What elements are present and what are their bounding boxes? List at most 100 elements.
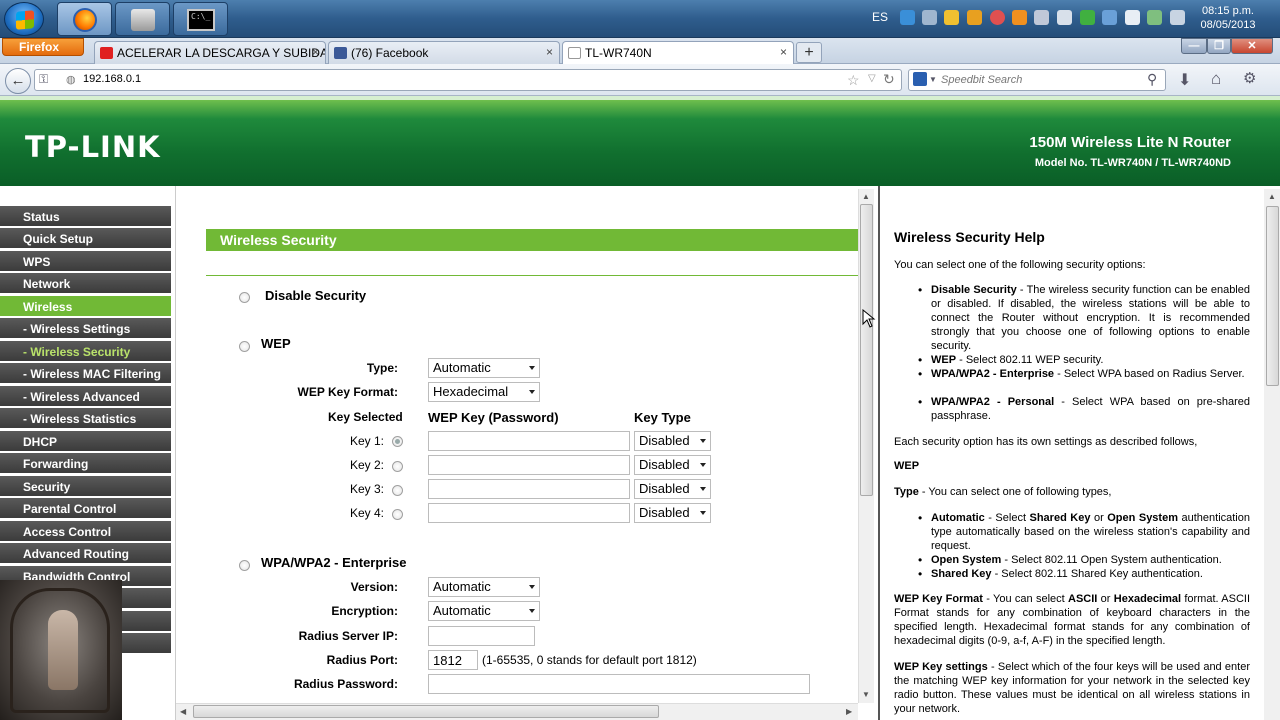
back-button[interactable]: ←: [5, 68, 31, 94]
chevron-down-icon: [529, 609, 535, 613]
menu-access-control[interactable]: Access Control: [0, 521, 171, 542]
tray-app-icon[interactable]: [1102, 10, 1117, 25]
key1-input[interactable]: [428, 431, 630, 451]
home-icon[interactable]: ⌂: [1211, 69, 1221, 89]
radius-password-input[interactable]: [428, 674, 810, 694]
menu-parental-control[interactable]: Parental Control: [0, 498, 171, 519]
horizontal-scrollbar-thumb[interactable]: [193, 705, 659, 718]
new-tab-button[interactable]: +: [796, 42, 822, 63]
close-window-button[interactable]: ✕: [1231, 38, 1273, 54]
key2-type-select[interactable]: Disabled: [634, 455, 711, 475]
tray-app-icon[interactable]: [1147, 10, 1162, 25]
menu-security[interactable]: Security: [0, 476, 171, 497]
menu-dhcp[interactable]: DHCP: [0, 431, 171, 452]
radius-ip-input[interactable]: [428, 626, 535, 646]
scrollbar-thumb[interactable]: [860, 204, 873, 496]
volume-icon[interactable]: [922, 10, 937, 25]
key1-type-select[interactable]: Disabled: [634, 431, 711, 451]
chevron-down-icon[interactable]: ▼: [929, 75, 937, 84]
close-tab-icon[interactable]: ×: [780, 45, 787, 59]
clock[interactable]: 08:15 p.m. 08/05/2013: [1196, 4, 1260, 32]
disable-security-radio[interactable]: [239, 292, 250, 303]
download-icon[interactable]: ⬇: [1178, 70, 1191, 90]
help-type-shared: Shared Key - Select 802.11 Shared Key au…: [918, 567, 1250, 581]
scroll-left-icon[interactable]: ◀: [180, 707, 186, 716]
tray-app-icon[interactable]: [967, 10, 982, 25]
help-wep-settings: WEP Key settings - Select which of the f…: [894, 660, 1250, 716]
dropdown-icon[interactable]: ▽: [868, 73, 876, 84]
address-bar[interactable]: ⚿ ◍ 192.168.0.1 ☆ ▽ ↻: [34, 69, 902, 91]
radius-port-input[interactable]: 1812: [428, 650, 478, 670]
addons-icon[interactable]: ⚙: [1243, 69, 1256, 87]
scroll-down-icon[interactable]: ▼: [862, 690, 870, 699]
firefox-menu-button[interactable]: Firefox: [2, 38, 84, 56]
tab-youtube[interactable]: ACELERAR LA DESCARGA Y SUBIDA ... ×: [94, 41, 326, 64]
network-tray-icon[interactable]: [900, 10, 915, 25]
encryption-select[interactable]: Automatic: [428, 601, 540, 621]
key2-radio[interactable]: [392, 461, 403, 472]
taskbar-app-button[interactable]: [115, 2, 170, 36]
menu-network[interactable]: Network: [0, 273, 171, 294]
menu-wireless-mac-filtering[interactable]: - Wireless MAC Filtering: [0, 363, 171, 384]
maximize-button[interactable]: ❐: [1207, 38, 1231, 54]
version-select[interactable]: Automatic: [428, 577, 540, 597]
start-button[interactable]: [4, 2, 44, 36]
key3-label: Key 3:: [349, 482, 384, 496]
key3-radio[interactable]: [392, 485, 403, 496]
tab-facebook[interactable]: (76) Facebook ×: [328, 41, 560, 64]
key4-radio[interactable]: [392, 509, 403, 520]
help-scrollbar-thumb[interactable]: [1266, 206, 1279, 386]
tray-app-icon[interactable]: [1012, 10, 1027, 25]
menu-wps[interactable]: WPS: [0, 251, 171, 272]
close-tab-icon[interactable]: ×: [312, 45, 319, 59]
help-text: - You can select one of following types,: [918, 486, 1112, 498]
menu-wireless-settings[interactable]: - Wireless Settings: [0, 318, 171, 339]
key2-input[interactable]: [428, 455, 630, 475]
menu-wireless[interactable]: Wireless: [0, 296, 171, 317]
taskbar-cmd-button[interactable]: C:\_: [173, 2, 228, 36]
scroll-up-icon[interactable]: ▲: [1268, 192, 1276, 201]
tray-app-icon[interactable]: [1057, 10, 1072, 25]
help-text: or: [1097, 593, 1114, 605]
menu-forwarding[interactable]: Forwarding: [0, 453, 171, 474]
menu-status[interactable]: Status: [0, 206, 171, 227]
reload-icon[interactable]: ↻: [883, 71, 895, 88]
search-bar[interactable]: ▼ Speedbit Search ⚲: [908, 69, 1166, 91]
wireless-signal-icon[interactable]: [1170, 10, 1185, 25]
tray-app-icon[interactable]: [944, 10, 959, 25]
wep-key-format-select[interactable]: Hexadecimal: [428, 382, 540, 402]
menu-advanced-routing[interactable]: Advanced Routing: [0, 543, 171, 564]
scroll-up-icon[interactable]: ▲: [862, 192, 870, 201]
key3-input[interactable]: [428, 479, 630, 499]
wep-type-select[interactable]: Automatic: [428, 358, 540, 378]
key1-radio[interactable]: [392, 436, 403, 447]
taskbar-firefox-button[interactable]: [57, 2, 112, 36]
menu-quick-setup[interactable]: Quick Setup: [0, 228, 171, 249]
close-tab-icon[interactable]: ×: [546, 45, 553, 59]
scroll-right-icon[interactable]: ▶: [846, 707, 852, 716]
search-engine-icon[interactable]: [913, 72, 927, 86]
wpa-enterprise-radio[interactable]: [239, 560, 250, 571]
key3-type-select[interactable]: Disabled: [634, 479, 711, 499]
bookmark-star-icon[interactable]: ☆: [847, 72, 860, 89]
key2-label: Key 2:: [349, 458, 384, 472]
radius-port-hint: (1-65535, 0 stands for default port 1812…: [482, 653, 697, 667]
tab-router[interactable]: TL-WR740N ×: [562, 41, 794, 64]
minimize-button[interactable]: —: [1181, 38, 1207, 54]
help-text: - Select 802.11 Shared Key authenticatio…: [991, 568, 1203, 580]
menu-wireless-advanced[interactable]: - Wireless Advanced: [0, 386, 171, 407]
wpa-enterprise-title: WPA/WPA2 - Enterprise: [261, 555, 407, 570]
search-icon[interactable]: ⚲: [1147, 71, 1157, 88]
tray-app-icon[interactable]: [990, 10, 1005, 25]
tray-app-icon[interactable]: [1034, 10, 1049, 25]
menu-wireless-security[interactable]: - Wireless Security: [0, 341, 171, 362]
key4-type-select[interactable]: Disabled: [634, 503, 711, 523]
battery-icon[interactable]: [1125, 10, 1140, 25]
language-indicator[interactable]: ES: [872, 10, 888, 24]
sync-icon[interactable]: [1080, 10, 1095, 25]
wep-radio[interactable]: [239, 341, 250, 352]
key4-input[interactable]: [428, 503, 630, 523]
menu-wireless-statistics[interactable]: - Wireless Statistics: [0, 408, 171, 429]
app-icon: [131, 9, 155, 31]
mouse-cursor-icon: [862, 309, 876, 328]
